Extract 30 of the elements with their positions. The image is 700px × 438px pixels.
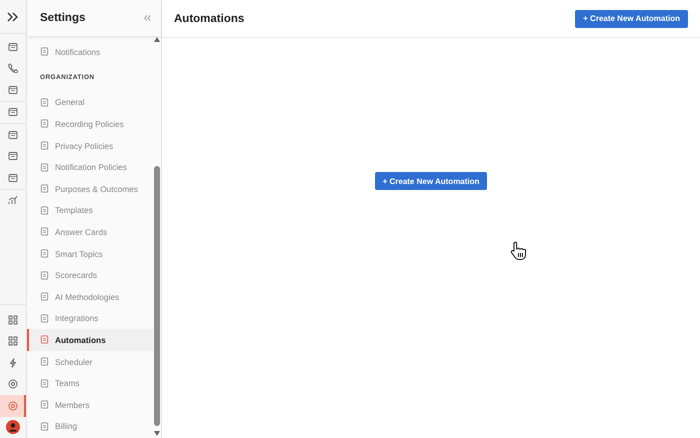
scrollbar-thumb[interactable]: [154, 166, 160, 426]
scroll-down-icon[interactable]: [154, 431, 160, 436]
sidebar-item[interactable]: General: [27, 92, 153, 114]
bolt-icon: [8, 358, 18, 368]
sidebar-item[interactable]: Recording Policies: [27, 113, 153, 135]
sidebar-item[interactable]: Answer Cards: [27, 221, 153, 243]
sidebar-item[interactable]: Scorecards: [27, 264, 153, 286]
sidebar-item[interactable]: Scheduler: [27, 350, 153, 372]
phone-icon: [8, 63, 18, 74]
sidebar-item[interactable]: Teams: [27, 372, 153, 394]
sidebar-item[interactable]: Templates: [27, 200, 153, 222]
create-automation-button[interactable]: + Create New Automation: [575, 10, 688, 28]
sidebar-title: Settings: [40, 12, 86, 24]
sidebar-item[interactable]: Smart Topics: [27, 242, 153, 264]
sidebar-item[interactable]: AI Methodologies: [27, 286, 153, 308]
sidebar-item[interactable]: Members: [27, 394, 153, 416]
expand-icon[interactable]: [7, 12, 19, 22]
sidebar-item[interactable]: Automations: [27, 329, 153, 351]
sidebar-item[interactable]: Notifications: [27, 41, 153, 63]
avatar-icon[interactable]: [6, 420, 20, 434]
collapse-icon[interactable]: [144, 15, 151, 21]
create-automation-button[interactable]: + Create New Automation: [374, 172, 488, 190]
page-title: Automations: [174, 12, 244, 24]
hand-cursor-icon: [509, 241, 527, 261]
sidebar-item[interactable]: Billing: [27, 416, 153, 438]
sidebar-item[interactable]: Purposes & Outcomes: [27, 178, 153, 200]
sidebar-item[interactable]: Integrations: [27, 308, 153, 330]
sidebar-item[interactable]: Notification Policies: [27, 156, 153, 178]
bar-chart-icon: [8, 195, 18, 206]
sidebar-item[interactable]: Privacy Policies: [27, 134, 153, 156]
